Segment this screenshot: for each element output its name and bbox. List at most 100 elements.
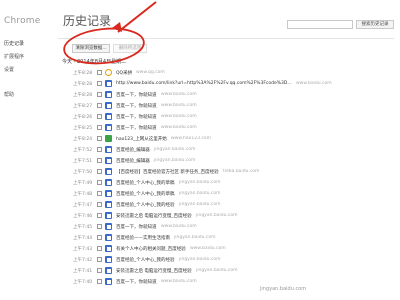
entry-title-link[interactable]: 安装迅雷之后 电脑运行变慢_百度经验 (116, 213, 192, 219)
entry-time: 上午8:28 (73, 93, 93, 98)
entry-checkbox[interactable] (97, 180, 102, 185)
document-icon (105, 256, 112, 263)
entry-time: 上午8:24 (73, 137, 93, 142)
entry-title-link[interactable]: hao123_上网从这里开始 (116, 136, 167, 142)
entry-title-link[interactable]: 有关个人中心的相关问题_百度经验 (116, 246, 186, 252)
entry-domain: www.baidu.com (161, 92, 197, 97)
entry-title-link[interactable]: 百度经验_个人中心_我的草稿 (116, 180, 175, 186)
entry-checkbox[interactable] (97, 224, 102, 229)
history-entry[interactable]: 上午7:41 安装迅雷之后 电脑运行变慢_百度经验 jingyan.baidu.co… (0, 267, 400, 278)
history-entry[interactable]: 上午7:40 百度一下，你就知道 www.baidu.com (0, 278, 400, 289)
entry-checkbox[interactable] (97, 235, 102, 240)
entry-checkbox[interactable] (97, 246, 102, 251)
entry-title-link[interactable]: 百度一下，你就知道 (116, 224, 157, 230)
history-entry[interactable]: 上午7:51 百度经验_编辑器 jingyan.baidu.com (0, 157, 400, 168)
entry-time: 上午8:26 (73, 115, 93, 120)
entry-time: 上午7:48 (73, 192, 93, 197)
entry-time: 上午7:40 (73, 280, 93, 285)
entry-checkbox[interactable] (97, 125, 102, 130)
entry-time: 上午7:50 (73, 170, 93, 175)
entry-time: 上午8:27 (73, 104, 93, 109)
entry-checkbox[interactable] (97, 191, 102, 196)
entry-domain: www.baidu.com (161, 103, 197, 108)
entry-title-link[interactable]: 【百度经验】百度经验官方社区 新手任务_百度经验 (116, 169, 219, 175)
remove-selected-button[interactable]: 删除所选项 (113, 44, 147, 53)
sidebar-item-history[interactable]: 历史记录 (4, 40, 24, 47)
entry-checkbox[interactable] (97, 136, 102, 141)
history-entry[interactable]: 上午7:48 百度经验_个人中心_我的草稿 jingyan.baidu.com (0, 190, 400, 201)
entry-checkbox[interactable] (97, 70, 102, 75)
history-entry[interactable]: 上午7:52 百度经验_编辑器 jingyan.baidu.com (0, 146, 400, 157)
entry-checkbox[interactable] (97, 268, 102, 273)
document-icon (105, 168, 112, 175)
clear-browsing-data-button[interactable]: 清除浏览数据... (72, 44, 110, 53)
entry-title-link[interactable]: 百度经验_个人中心_我的经验 (116, 257, 175, 263)
entry-title-link[interactable]: 百度一下，你就知道 (116, 92, 157, 98)
history-entry[interactable]: 上午7:42 百度经验_个人中心_我的经验 jingyan.baidu.com (0, 256, 400, 267)
entry-checkbox[interactable] (97, 114, 102, 119)
entry-title-link[interactable]: 百度经验_编辑器 (116, 147, 150, 153)
entry-domain: www.qq.com (136, 70, 165, 75)
chrome-brand: Chrome (4, 16, 41, 26)
document-icon (105, 223, 112, 230)
entry-domain: www.baidu.com (161, 279, 197, 284)
document-icon (105, 179, 112, 186)
history-entry[interactable]: 上午7:50 【百度经验】百度经验官方社区 新手任务_百度经验 tieba.baid… (0, 168, 400, 179)
entry-checkbox[interactable] (97, 147, 102, 152)
entry-checkbox[interactable] (97, 202, 102, 207)
entry-checkbox[interactable] (97, 81, 102, 86)
search-input[interactable] (287, 20, 353, 29)
document-icon (105, 157, 112, 164)
entry-title-link[interactable]: http://www.baidu.com/link?url=http%3A%2F… (116, 81, 292, 86)
entry-time: 上午7:46 (73, 214, 93, 219)
document-icon (105, 113, 112, 120)
history-entry[interactable]: 上午8:28 百度一下，你就知道 www.baidu.com (0, 91, 400, 102)
history-entry[interactable]: 上午7:46 安装迅雷之后 电脑运行变慢_百度经验 jingyan.baidu.co… (0, 212, 400, 223)
entry-title-link[interactable]: 百度一下，你就知道 (116, 125, 157, 131)
entry-domain: jingyan.baidu.com (179, 180, 221, 185)
sidebar-item-extensions[interactable]: 扩展程序 (4, 53, 24, 60)
history-entry[interactable]: 上午7:49 百度经验_个人中心_我的草稿 jingyan.baidu.com (0, 179, 400, 190)
history-entry[interactable]: 上午7:43 有关个人中心的相关问题_百度经验 www.baidu.com (0, 245, 400, 256)
date-header: 今天 - 2014年8月4日星期二 (62, 59, 127, 65)
document-icon (105, 102, 112, 109)
search-history-button[interactable]: 搜索历史记录 (356, 20, 394, 29)
document-icon (105, 146, 112, 153)
entry-domain: www.hao123.com (171, 136, 212, 141)
entry-time: 上午7:42 (73, 258, 93, 263)
entry-time: 上午7:47 (73, 203, 93, 208)
entry-checkbox[interactable] (97, 257, 102, 262)
history-entry[interactable]: 上午8:27 百度一下，你就知道 www.baidu.com (0, 102, 400, 113)
entry-title-link[interactable]: QQ采拼 (116, 70, 132, 76)
entry-checkbox[interactable] (97, 213, 102, 218)
entry-checkbox[interactable] (97, 279, 102, 284)
entry-title-link[interactable]: 百度经验_个人中心_我的经验 (116, 202, 175, 208)
history-entry[interactable]: 上午8:26 百度一下，你就知道 www.baidu.com (0, 113, 400, 124)
history-entry[interactable]: 上午7:45 百度一下，你就知道 www.baidu.com (0, 223, 400, 234)
entry-title-link[interactable]: 百度经验_个人中心_我的草稿 (116, 191, 175, 197)
entry-domain: jingyan.baidu.com (174, 235, 216, 240)
entry-title-link[interactable]: 安装迅雷之后 电脑运行变慢_百度经验 (116, 268, 192, 274)
entry-title-link[interactable]: 百度一下，你就知道 (116, 114, 157, 120)
entry-checkbox[interactable] (97, 92, 102, 97)
entry-title-link[interactable]: 百度经验_编辑器 (116, 158, 150, 164)
history-entry[interactable]: 上午8:25 百度一下，你就知道 www.baidu.com (0, 124, 400, 135)
history-entry[interactable]: 上午7:44 百度经验——实用生活指南 jingyan.baidu.com (0, 234, 400, 245)
entry-checkbox[interactable] (97, 169, 102, 174)
entry-title-link[interactable]: 百度经验——实用生活指南 (116, 235, 170, 241)
document-icon (105, 234, 112, 241)
document-icon (105, 245, 112, 252)
entry-title-link[interactable]: 百度一下，你就知道 (116, 103, 157, 109)
history-entry[interactable]: 上午7:47 百度经验_个人中心_我的经验 jingyan.baidu.com (0, 201, 400, 212)
history-entry[interactable]: 上午8:28 http://www.baidu.com/link?url=http… (0, 80, 400, 91)
page-title: 历史记录 (63, 14, 112, 28)
history-entry[interactable]: 上午8:24 hao123_上网从这里开始 www.hao123.com (0, 135, 400, 146)
entry-time: 上午7:45 (73, 225, 93, 230)
entry-domain: jingyan.baidu.com (154, 147, 196, 152)
entry-time: 上午8:25 (73, 126, 93, 131)
entry-domain: www.baidu.com (161, 125, 197, 130)
entry-checkbox[interactable] (97, 158, 102, 163)
history-entry[interactable]: 上午8:28 QQ采拼 www.qq.com (0, 69, 400, 80)
entry-title-link[interactable]: 百度一下，你就知道 (116, 279, 157, 285)
entry-checkbox[interactable] (97, 103, 102, 108)
